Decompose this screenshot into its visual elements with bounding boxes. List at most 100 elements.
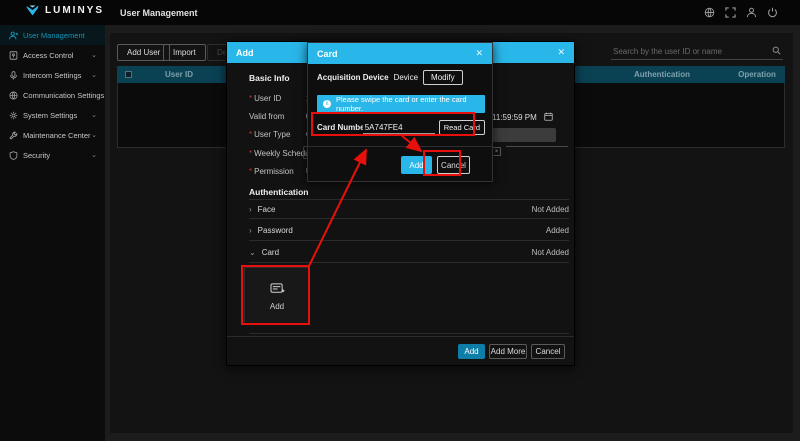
auth-row-card[interactable]: ⌄ Card Not Added [249,243,569,263]
auth-row-label: Face [258,205,276,214]
tag-remove-icon[interactable]: × [492,147,501,156]
shield-icon [9,151,18,160]
card-number-label: Card Numbe... [317,123,363,132]
sidebar-item-label: Intercom Settings [23,71,81,80]
auth-row-label: Password [258,226,293,235]
banner-text: Please swipe the card or enter the card … [336,95,479,113]
add-more-button[interactable]: Add More [489,344,527,359]
sidebar-item-label: System Settings [23,111,77,120]
sidebar-item-label: Security [23,151,50,160]
status-badge: Not Added [532,248,569,257]
card-dialog-title: Card [317,49,338,59]
sidebar-item-user-management[interactable]: User Management [0,25,105,45]
user-management-icon [9,31,18,40]
card-add-icon [270,282,285,297]
app-screen: LUMINYS User Management [0,0,800,441]
add-dialog-add-button[interactable]: Add [458,344,485,359]
chevron-right-icon: › [249,205,252,214]
close-icon[interactable]: ✕ [475,48,483,59]
valid-to-group: 11:59:59 PM [492,112,553,123]
chevron-down-icon: ⌄ [91,71,97,79]
modify-button[interactable]: Modify [423,70,463,85]
wrench-icon [9,131,18,140]
power-icon[interactable] [766,6,778,18]
chevron-right-icon: › [249,226,252,235]
chevron-down-icon: ⌄ [249,248,256,257]
gear-icon [9,111,18,120]
add-dialog-cancel-button[interactable]: Cancel [531,344,565,359]
search-box [611,43,783,60]
user-type-label: *User Type [249,130,290,139]
sidebar: User Management Access Control ⌄ Interco… [0,25,105,441]
card-dialog-header: Card ✕ [308,43,492,64]
auth-row-face[interactable]: › Face Not Added [249,199,569,219]
sidebar-item-label: Maintenance Center [23,131,91,140]
column-operation: Operation [727,70,787,79]
user-icon[interactable] [745,6,757,18]
brand-logo: LUMINYS [26,5,104,16]
required-asterisk: * [249,94,252,103]
auth-row-password[interactable]: › Password Added [249,221,569,241]
intercom-icon [9,71,18,80]
weekly-schedule-underline [506,146,568,147]
acquisition-device-row: Acquisition Device Device Modify [317,70,463,85]
page-title: User Management [120,8,198,18]
acquisition-device-label: Acquisition Device [317,73,389,82]
top-bar: LUMINYS User Management [0,0,800,25]
import-button[interactable]: Import [163,44,206,61]
select-all-checkbox[interactable] [125,71,132,78]
brand-name: LUMINYS [45,5,104,16]
sidebar-item-intercom-settings[interactable]: Intercom Settings ⌄ [0,65,105,85]
chevron-down-icon: ⌄ [91,51,97,59]
required-asterisk: * [249,167,252,176]
communication-icon [9,91,18,100]
search-input[interactable] [613,47,763,56]
valid-from-label: Valid from [249,112,284,121]
chevron-down-icon: ⌄ [91,111,97,119]
card-number-row: Card Numbe... Read Card [317,119,485,136]
calendar-icon[interactable] [544,112,553,123]
swipe-card-banner: i Please swipe the card or enter the car… [317,95,485,113]
status-badge: Not Added [532,205,569,214]
permission-label: *Permission [249,167,294,176]
required-asterisk: * [249,130,252,139]
fullscreen-icon[interactable] [724,6,736,18]
add-card-tile-label: Add [270,302,284,311]
valid-to-value[interactable]: 11:59:59 PM [492,113,537,122]
column-authentication: Authentication [622,70,702,79]
close-icon[interactable]: ✕ [557,47,565,58]
card-dialog-add-button[interactable]: Add [401,156,432,174]
sidebar-item-label: User Management [23,31,85,40]
add-card-tile[interactable]: Add [244,267,310,325]
sidebar-item-access-control[interactable]: Access Control ⌄ [0,45,105,65]
required-asterisk: * [249,149,252,158]
sidebar-item-system-settings[interactable]: System Settings ⌄ [0,105,105,125]
user-type-select[interactable] [492,128,556,142]
globe-icon[interactable] [703,6,715,18]
auth-row-label: Card [262,248,279,257]
authentication-label: Authentication [249,187,309,197]
card-number-input[interactable] [363,122,435,134]
user-id-label: *User ID [249,94,281,103]
access-control-icon [9,51,18,60]
column-user-id: User ID [139,70,219,79]
chevron-down-icon: ⌄ [91,151,97,159]
sidebar-item-communication-settings[interactable]: Communication Settings [0,85,105,105]
device-value: Device [394,73,418,82]
chevron-down-icon: ⌄ [91,131,97,139]
add-dialog-footer: Add Add More Cancel [227,336,574,365]
info-icon: i [323,100,331,108]
basic-info-label: Basic Info [249,73,290,83]
status-badge: Added [546,226,569,235]
card-dialog-footer: Add Cancel [308,146,492,181]
sidebar-item-label: Communication Settings [23,91,104,100]
search-icon[interactable] [772,42,781,60]
sidebar-item-maintenance-center[interactable]: Maintenance Center ⌄ [0,125,105,145]
sidebar-item-security[interactable]: Security ⌄ [0,145,105,165]
add-dialog-title: Add [236,48,254,58]
card-dialog: Card ✕ Acquisition Device Device Modify … [307,42,493,182]
card-dialog-cancel-button[interactable]: Cancel [437,156,470,174]
sidebar-item-label: Access Control [23,51,73,60]
brand-logo-icon [26,5,39,16]
read-card-button[interactable]: Read Card [439,120,485,135]
